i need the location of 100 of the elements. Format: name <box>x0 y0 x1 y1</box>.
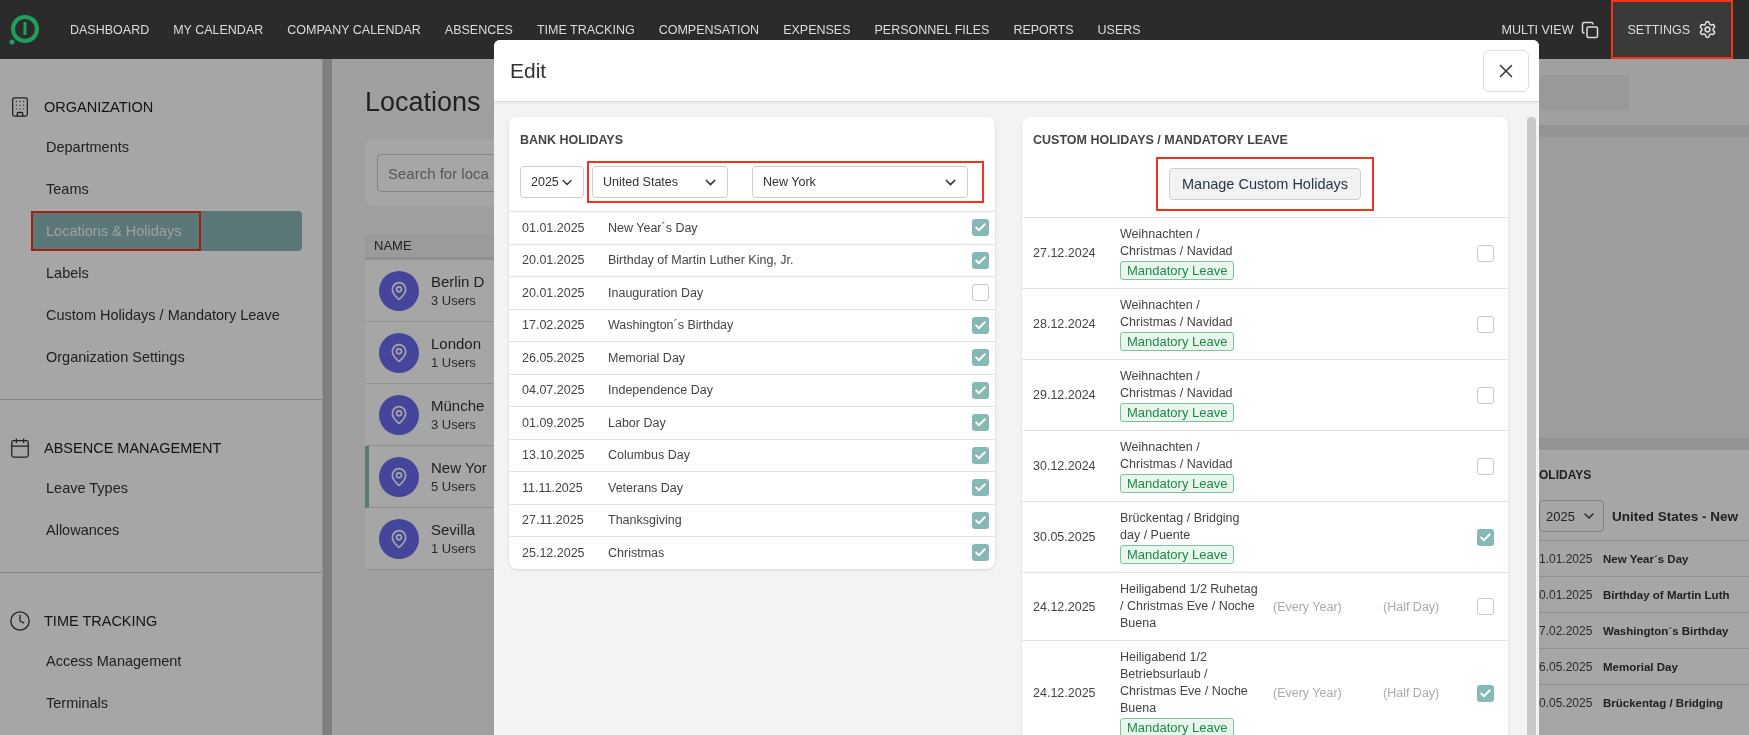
location-row[interactable]: London 1 Users <box>365 322 494 384</box>
section-title: ORGANIZATION <box>44 99 154 115</box>
holiday-name: Memorial Day <box>608 350 687 365</box>
nav-link[interactable]: TIME TRACKING <box>536 22 635 37</box>
nav-link[interactable]: EXPENSES <box>783 22 851 37</box>
sidebar-item[interactable]: Leave Types <box>31 468 302 508</box>
sidebar-item[interactable]: Departments <box>31 127 302 167</box>
holiday-date: 28.12.2024 <box>1033 317 1097 331</box>
nav-link[interactable]: USERS <box>1097 22 1141 37</box>
duration-note: (Half Day) <box>1383 686 1441 700</box>
country-select[interactable]: United States <box>592 166 728 198</box>
sidebar-item[interactable]: Access Management <box>31 641 302 681</box>
holiday-name: Veterans Day <box>608 480 685 495</box>
user-count: 3 Users <box>431 417 477 432</box>
nav-link[interactable]: COMPANY CALENDAR <box>287 22 421 37</box>
holiday-date: 0.01.2025 <box>1539 587 1593 602</box>
recurrence-note: (Every Year) <box>1273 686 1343 700</box>
holiday-name: New Year´s Day <box>608 220 699 235</box>
multi-view-link[interactable]: MULTI VIEW <box>1489 0 1612 59</box>
holiday-date: 0.05.2025 <box>1539 695 1593 710</box>
user-count: 5 Users <box>431 479 477 494</box>
holiday-date: 11.11.2025 <box>522 480 584 495</box>
location-row[interactable]: New Yor 5 Users <box>365 446 494 508</box>
nav-link[interactable]: DASHBOARD <box>70 22 150 37</box>
holiday-date: 17.02.2025 <box>522 318 586 333</box>
holiday-date: 7.02.2025 <box>1539 623 1593 638</box>
mandatory-leave-tag: Mandatory Leave <box>1120 332 1235 351</box>
holiday-name: Birthday of Martin Luther King, Jr. <box>608 253 795 268</box>
user-count: 1 Users <box>431 541 476 556</box>
holiday-date: 01.09.2025 <box>522 415 586 430</box>
location-row[interactable]: Sevilla 1 Users <box>365 508 494 570</box>
year-select[interactable]: 2025 <box>520 166 584 198</box>
holiday-name: Thanksgiving <box>608 513 683 528</box>
holiday-name: Columbus Day <box>608 448 691 463</box>
nav-link[interactable]: COMPENSATION <box>658 22 760 37</box>
region-select[interactable]: New York <box>752 166 968 198</box>
settings-link[interactable]: SETTINGS <box>1611 0 1733 59</box>
dialog-title: Edit <box>510 58 547 83</box>
recurrence-note: (Every Year) <box>1273 599 1343 614</box>
holiday-name: Weihnachten / Christmas / Navidad <box>1120 368 1234 402</box>
nav-link[interactable]: REPORTS <box>1013 22 1074 37</box>
location-name: Münche <box>431 397 485 414</box>
holiday-date: 26.05.2025 <box>522 350 586 365</box>
holiday-date: 24.12.2025 <box>1033 686 1097 700</box>
mandatory-leave-tag: Mandatory Leave <box>1120 261 1235 280</box>
page-title: Locations <box>365 87 482 118</box>
mandatory-leave-tag: Mandatory Leave <box>1120 474 1235 493</box>
card-title: BANK HOLIDAYS <box>519 132 625 147</box>
holiday-date: 13.10.2025 <box>522 448 586 463</box>
holiday-date: 29.12.2024 <box>1033 388 1097 402</box>
section-title: ABSENCE MANAGEMENT <box>44 440 222 456</box>
holiday-name: Brückentag / Bridging day / Puente <box>1120 510 1241 544</box>
nav-link[interactable]: ABSENCES <box>444 22 513 37</box>
holiday-name: Christmas <box>608 545 666 560</box>
location-name: New Yor <box>431 459 487 476</box>
sidebar-item[interactable]: Custom Holidays / Mandatory Leave <box>31 295 302 335</box>
location-row[interactable]: Münche 3 Users <box>365 384 494 446</box>
holiday-date: 6.05.2025 <box>1539 659 1593 674</box>
user-count: 1 Users <box>431 355 477 370</box>
holiday-date: 30.12.2024 <box>1033 459 1097 473</box>
holiday-date: 01.01.2025 <box>522 220 586 235</box>
holiday-name: Brückentag / Bridging <box>1603 696 1724 709</box>
holiday-name: Weihnachten / Christmas / Navidad <box>1120 226 1234 260</box>
holiday-date: 27.11.2025 <box>522 513 585 528</box>
location-row[interactable]: Berlin D 3 Users <box>365 260 494 322</box>
section-title: TIME TRACKING <box>44 613 158 629</box>
holiday-date: 20.01.2025 <box>522 285 586 300</box>
duration-note: (Half Day) <box>1383 599 1441 614</box>
column-header: NAME <box>365 234 494 260</box>
holiday-date: 20.01.2025 <box>522 253 586 268</box>
holiday-name: Labor Day <box>608 415 667 430</box>
holiday-date: 1.01.2025 <box>1539 551 1593 566</box>
location-name: Sevilla <box>431 521 476 538</box>
holiday-name: Inauguration Day <box>608 285 705 300</box>
sidebar-item[interactable]: Terminals <box>31 683 302 723</box>
sidebar-item[interactable]: Allowances <box>31 510 302 550</box>
holiday-name: Birthday of Martin Luth <box>1603 588 1730 601</box>
holiday-date: 24.12.2025 <box>1033 599 1097 614</box>
holiday-name: Weihnachten / Christmas / Navidad <box>1120 297 1234 331</box>
holiday-name: Heiligabend 1/2 Ruhetag / Christmas Eve / Noche Buena <box>1120 581 1258 632</box>
manage-holidays-button[interactable]: Manage Custom Holidays <box>1169 168 1361 200</box>
holiday-name: Washington´s Birthday <box>608 318 735 333</box>
holiday-name: Heiligabend 1/2 Betriebsurlaub / Christmas Eve / Noche Buena <box>1120 649 1249 717</box>
user-count: 3 Users <box>431 293 477 308</box>
holiday-date: 04.07.2025 <box>522 383 586 398</box>
holiday-name: Washington´s Birthday <box>1603 624 1729 637</box>
nav-link[interactable]: MY CALENDAR <box>173 22 264 37</box>
holiday-date: 27.12.2024 <box>1033 246 1097 260</box>
holiday-date: 25.12.2025 <box>522 545 586 560</box>
sidebar-item[interactable]: Labels <box>31 253 302 293</box>
mandatory-leave-tag: Mandatory Leave <box>1120 718 1235 735</box>
card-title: CUSTOM HOLIDAYS / MANDATORY LEAVE <box>1032 132 1289 147</box>
nav-link[interactable]: PERSONNEL FILES <box>874 22 990 37</box>
holiday-date: 30.05.2025 <box>1033 530 1097 544</box>
panel-title: OLIDAYS <box>1539 468 1593 482</box>
sidebar-item[interactable]: Organization Settings <box>31 337 302 377</box>
search-field[interactable]: Search for loca <box>377 154 494 192</box>
location-name: London <box>431 335 482 352</box>
mandatory-leave-tag: Mandatory Leave <box>1120 545 1235 564</box>
sidebar-item[interactable]: Teams <box>31 169 302 209</box>
